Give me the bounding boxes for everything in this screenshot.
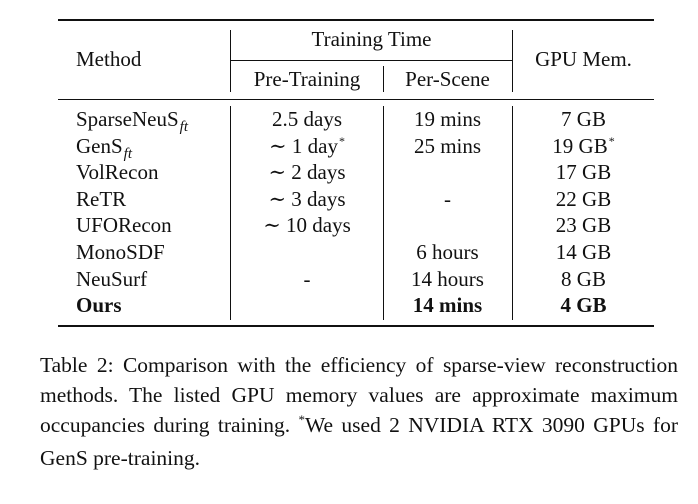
cell-method: MonoSDF	[76, 240, 165, 265]
cell-pre-training: ∼ 3 days	[231, 187, 383, 212]
cell-pre-training: ∼ 2 days	[231, 160, 383, 185]
cell-method: Ours	[76, 293, 122, 318]
cell-gpu-mem-text: 14 GB	[555, 240, 612, 264]
cell-gpu-mem: 14 GB	[513, 240, 654, 265]
cell-pre-training: 2.5 days	[231, 107, 383, 132]
cell-method-text: NeuSurf	[76, 266, 148, 291]
cell-method-text: SparseNeuS	[76, 107, 179, 131]
cell-gpu-mem: 19 GB*	[513, 134, 654, 159]
caption-star: *	[298, 412, 305, 427]
cell-per-scene-text: 14 mins	[412, 293, 483, 318]
cell-pre-training-text: ∼ 2 days	[268, 160, 346, 185]
cell-method: ReTR	[76, 187, 126, 212]
cell-pre-training-text: ∼ 3 days	[268, 186, 346, 211]
cell-gpu-mem-text: 7 GB	[561, 107, 606, 131]
header-training-time: Training Time	[311, 27, 432, 51]
cell-per-scene-text: 6 hours	[416, 240, 479, 264]
cell-per-scene: 14 mins	[383, 293, 512, 318]
cell-gpu-mem-superscript: *	[608, 133, 615, 148]
cell-method: GenSft	[76, 133, 133, 162]
cell-gpu-mem-text: 4 GB	[560, 293, 607, 318]
cell-pre-training-text: -	[303, 266, 311, 291]
cell-gpu-mem: 17 GB	[513, 160, 654, 185]
cell-method: UFORecon	[76, 213, 172, 238]
cell-method: SparseNeuSft	[76, 107, 188, 135]
cell-per-scene-text: 14 hours	[411, 266, 484, 291]
cell-gpu-mem-text: 17 GB	[555, 160, 612, 185]
cell-pre-training-text: ∼ 1 day	[269, 133, 338, 158]
cell-pre-training: -	[231, 267, 383, 292]
cell-per-scene-text: 25 mins	[413, 133, 482, 158]
cell-gpu-mem-text: 19 GB	[552, 133, 608, 158]
cell-method-text: UFORecon	[76, 213, 172, 238]
cell-method-subscript: ft	[123, 145, 133, 162]
table-caption: Table 2: Comparison with the efficiency …	[40, 350, 678, 473]
cell-per-scene: 19 mins	[383, 107, 512, 132]
subheader-rule	[231, 60, 512, 61]
cell-per-scene: -	[383, 187, 512, 212]
header-pre-training: Pre-Training	[253, 67, 361, 91]
cell-gpu-mem: 7 GB	[513, 107, 654, 132]
cell-pre-training-superscript: *	[338, 133, 345, 148]
header-method: Method	[76, 47, 142, 71]
cell-method-text: Ours	[76, 293, 122, 318]
cell-gpu-mem-text: 22 GB	[555, 186, 612, 211]
header-gpu-mem: GPU Mem.	[535, 47, 632, 71]
cell-method: NeuSurf	[76, 267, 147, 292]
cell-per-scene-text: -	[444, 186, 451, 211]
cell-method-subscript: ft	[179, 119, 188, 135]
cell-gpu-mem: 23 GB	[513, 213, 654, 238]
cell-gpu-mem: 4 GB	[513, 293, 654, 318]
cell-method-text: VolRecon	[76, 160, 159, 185]
cell-per-scene: 6 hours	[383, 240, 512, 265]
cell-gpu-mem: 8 GB	[513, 267, 654, 292]
cell-gpu-mem-text: 23 GB	[555, 213, 612, 238]
cell-gpu-mem: 22 GB	[513, 187, 654, 212]
bottom-rule	[58, 325, 654, 327]
cell-pre-training: ∼ 10 days	[231, 213, 383, 238]
cell-method: VolRecon	[76, 160, 158, 185]
cell-pre-training-text: ∼ 10 days	[263, 213, 351, 238]
cell-method-text: ReTR	[76, 186, 127, 211]
cell-gpu-mem-text: 8 GB	[561, 266, 606, 291]
header-rule	[58, 99, 654, 100]
cell-per-scene: 25 mins	[383, 134, 512, 159]
cell-pre-training-text: 2.5 days	[272, 107, 342, 131]
header-per-scene: Per-Scene	[405, 67, 490, 91]
cell-method-text: MonoSDF	[76, 240, 165, 264]
cell-method-text: GenS	[76, 133, 123, 158]
top-rule	[58, 19, 654, 21]
cell-pre-training: ∼ 1 day*	[231, 134, 383, 159]
cell-per-scene-text: 19 mins	[413, 107, 482, 131]
cell-per-scene: 14 hours	[383, 267, 512, 292]
